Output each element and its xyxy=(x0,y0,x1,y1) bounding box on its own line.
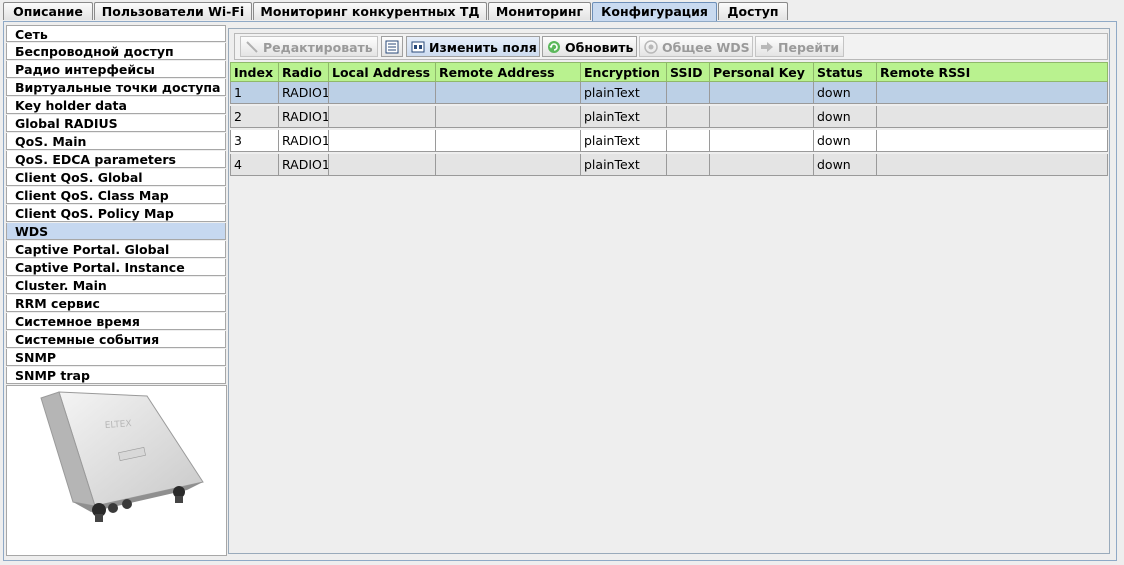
sidebar-item-rrm-service[interactable]: RRM сервис xyxy=(6,295,226,312)
column-header-radio[interactable]: Radio xyxy=(279,62,329,82)
column-header-remote-rssi[interactable]: Remote RSSI xyxy=(877,62,1108,82)
tab-description[interactable]: Описание xyxy=(3,2,93,20)
edit-button-label: Редактировать xyxy=(263,40,373,55)
cell-status: down xyxy=(814,130,877,152)
refresh-button-label: Обновить xyxy=(565,40,634,55)
sidebar-item-qos-edca[interactable]: QoS. EDCA parameters xyxy=(6,151,226,168)
device-brand-logo: ELTEX xyxy=(105,419,132,431)
sidebar-item-cluster-main[interactable]: Cluster. Main xyxy=(6,277,226,294)
cell-ssid xyxy=(667,82,710,104)
tab-monitoring[interactable]: Мониторинг xyxy=(488,2,591,20)
cell-remote-rssi xyxy=(877,106,1108,128)
cell-encryption: plainText xyxy=(581,82,667,104)
tab-wifi-users[interactable]: Пользователи Wi-Fi xyxy=(94,2,252,20)
pencil-icon xyxy=(246,41,258,53)
arrow-right-icon xyxy=(761,42,773,52)
refresh-button[interactable]: Обновить xyxy=(542,36,637,57)
cell-index: 1 xyxy=(230,82,279,104)
sidebar-item-radio-interfaces[interactable]: Радио интерфейсы xyxy=(6,61,226,78)
table-row[interactable]: 4 RADIO1 plainText down xyxy=(230,154,1108,176)
sidebar-item-system-events[interactable]: Системные события xyxy=(6,331,226,348)
column-header-local-address[interactable]: Local Address xyxy=(329,62,436,82)
cell-status: down xyxy=(814,82,877,104)
column-header-index[interactable]: Index xyxy=(230,62,279,82)
cell-remote-address xyxy=(436,154,581,176)
fields-icon xyxy=(411,41,425,53)
cell-index: 2 xyxy=(230,106,279,128)
column-header-personal-key[interactable]: Personal Key xyxy=(710,62,814,82)
sidebar-item-key-holder-data[interactable]: Key holder data xyxy=(6,97,226,114)
list-icon xyxy=(385,40,399,54)
edit-button[interactable]: Редактировать xyxy=(240,36,378,57)
sidebar-item-captive-portal-global[interactable]: Captive Portal. Global xyxy=(6,241,226,258)
sidebar-item-global-radius[interactable]: Global RADIUS xyxy=(6,115,226,132)
cell-ssid xyxy=(667,154,710,176)
column-header-encryption[interactable]: Encryption xyxy=(581,62,667,82)
cell-personal-key xyxy=(710,154,814,176)
goto-button-label: Перейти xyxy=(778,40,840,55)
cell-status: down xyxy=(814,106,877,128)
cell-remote-address xyxy=(436,82,581,104)
global-wds-button[interactable]: Общее WDS xyxy=(639,36,753,57)
cell-encryption: plainText xyxy=(581,154,667,176)
globe-icon xyxy=(644,40,658,54)
cell-index: 3 xyxy=(230,130,279,152)
tab-rogue-ap-monitoring[interactable]: Мониторинг конкурентных ТД xyxy=(253,2,487,20)
cell-status: down xyxy=(814,154,877,176)
cell-local-address xyxy=(329,106,436,128)
cell-remote-address xyxy=(436,106,581,128)
columns-list-button[interactable] xyxy=(381,36,403,57)
cell-ssid xyxy=(667,106,710,128)
change-fields-button[interactable]: Изменить поля xyxy=(406,36,540,57)
sidebar-item-captive-portal-instance[interactable]: Captive Portal. Instance xyxy=(6,259,226,276)
sidebar-item-client-qos-class-map[interactable]: Client QoS. Class Map xyxy=(6,187,226,204)
cell-local-address xyxy=(329,130,436,152)
cell-radio: RADIO1 xyxy=(279,130,329,152)
cell-remote-rssi xyxy=(877,130,1108,152)
tab-access[interactable]: Доступ xyxy=(718,2,788,20)
sidebar-item-system-time[interactable]: Системное время xyxy=(6,313,226,330)
cell-remote-rssi xyxy=(877,154,1108,176)
table-header: Index Radio Local Address Remote Address… xyxy=(230,62,1108,82)
cell-local-address xyxy=(329,82,436,104)
sidebar-item-snmp[interactable]: SNMP xyxy=(6,349,226,366)
access-point-illustration: ELTEX xyxy=(40,391,204,522)
device-image: ELTEX xyxy=(6,385,227,556)
tab-configuration[interactable]: Конфигурация xyxy=(592,2,717,22)
change-fields-button-label: Изменить поля xyxy=(429,40,537,55)
cell-remote-rssi xyxy=(877,82,1108,104)
column-header-status[interactable]: Status xyxy=(814,62,877,82)
cell-encryption: plainText xyxy=(581,106,667,128)
sidebar-item-qos-main[interactable]: QoS. Main xyxy=(6,133,226,150)
cell-radio: RADIO1 xyxy=(279,106,329,128)
sidebar-item-client-qos-policy-map[interactable]: Client QoS. Policy Map xyxy=(6,205,226,222)
sidebar-item-wds[interactable]: WDS xyxy=(6,223,226,240)
sidebar-item-client-qos-global[interactable]: Client QoS. Global xyxy=(6,169,226,186)
goto-button[interactable]: Перейти xyxy=(755,36,844,57)
cell-local-address xyxy=(329,154,436,176)
sidebar-item-virtual-ap[interactable]: Виртуальные точки доступа xyxy=(6,79,226,96)
table-row[interactable]: 1 RADIO1 plainText down xyxy=(230,82,1108,104)
table-row[interactable]: 2 RADIO1 plainText down xyxy=(230,106,1108,128)
cell-index: 4 xyxy=(230,154,279,176)
sidebar-item-snmp-trap[interactable]: SNMP trap xyxy=(6,367,226,384)
table-row[interactable]: 3 RADIO1 plainText down xyxy=(230,130,1108,152)
cell-radio: RADIO1 xyxy=(279,82,329,104)
global-wds-button-label: Общее WDS xyxy=(662,40,750,55)
cell-remote-address xyxy=(436,130,581,152)
refresh-icon xyxy=(548,41,560,53)
sidebar-item-wireless-access[interactable]: Беспроводной доступ xyxy=(6,43,226,60)
cell-ssid xyxy=(667,130,710,152)
cell-personal-key xyxy=(710,82,814,104)
cell-radio: RADIO1 xyxy=(279,154,329,176)
column-header-ssid[interactable]: SSID xyxy=(667,62,710,82)
cell-personal-key xyxy=(710,130,814,152)
column-header-remote-address[interactable]: Remote Address xyxy=(436,62,581,82)
toolbar: Редактировать Изменить поля Обновить Общ xyxy=(234,33,1108,60)
cell-personal-key xyxy=(710,106,814,128)
cell-encryption: plainText xyxy=(581,130,667,152)
sidebar-item-network[interactable]: Сеть xyxy=(6,25,226,42)
